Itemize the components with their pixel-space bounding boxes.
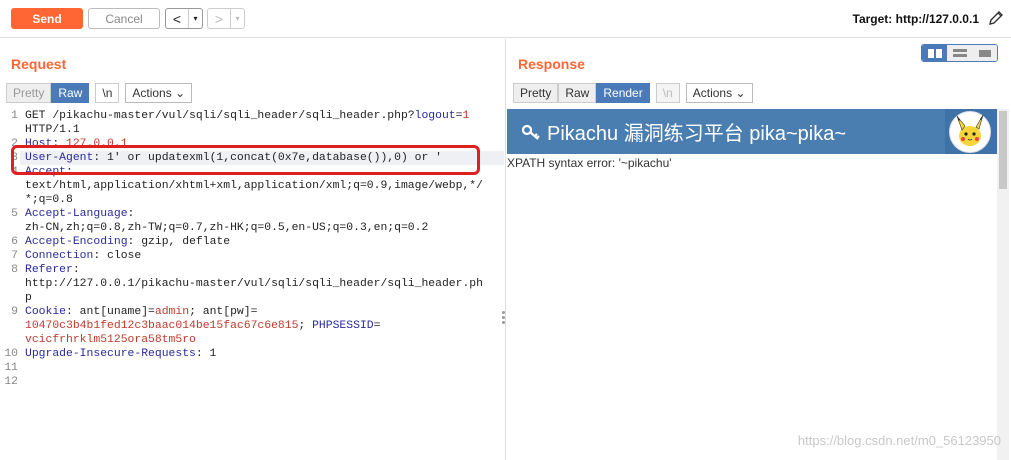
line-number: 7 — [11, 250, 18, 262]
request-title: Request — [11, 56, 67, 72]
tab-pretty[interactable]: Pretty — [6, 83, 52, 103]
code-text: ; — [298, 320, 313, 332]
request-pane: Request Pretty Raw \n Actions ⌄ 1 GET /pi… — [0, 39, 506, 460]
code-line: Accept-Language: — [25, 207, 497, 221]
code-line: *;q=0.8 — [25, 193, 497, 207]
code-line: text/html,application/xhtml+xml,applicat… — [25, 179, 497, 193]
code-line: Connection: close — [25, 249, 497, 263]
response-pane: Response Pretty Raw Render \n Actions ⌄ … — [507, 39, 1011, 460]
back-dropdown-icon[interactable]: ▾ — [188, 9, 202, 28]
back-arrow-icon[interactable]: < — [166, 9, 188, 28]
header-name: Connection — [25, 250, 94, 262]
tab-pretty[interactable]: Pretty — [513, 83, 559, 103]
watermark: https://blog.csdn.net/m0_56123950 — [797, 433, 1001, 448]
header-name: Accept-Encoding — [25, 236, 128, 248]
header-value: 1 — [462, 110, 470, 122]
code-text: : — [127, 208, 135, 220]
header-name: Upgrade-Insecure-Requests — [25, 348, 196, 360]
line-number: 6 — [11, 236, 18, 248]
line-number: 10 — [4, 348, 18, 360]
tab-raw[interactable]: Raw — [51, 83, 90, 103]
forward-arrow-icon[interactable]: > — [208, 9, 230, 28]
header-value: vcicfrhrklm5125ora58tm5ro — [25, 334, 196, 346]
header-value: 10470c3b4b1fed12c3baac014be15fac67c6e815 — [25, 320, 299, 332]
toolbar: Send Cancel < ▾ > ▾ Target: http://127.0… — [0, 0, 1011, 38]
tab-newline[interactable]: \n — [95, 83, 120, 103]
response-scrollbar[interactable] — [997, 109, 1009, 460]
send-button[interactable]: Send — [11, 8, 83, 29]
code-text: text/html,application/xhtml+xml,applicat… — [25, 180, 483, 192]
line-number: 5 — [11, 208, 18, 220]
request-actions-menu[interactable]: Actions ⌄ — [125, 83, 193, 103]
code-text: *;q=0.8 — [25, 194, 73, 206]
header-name: Referer — [25, 264, 73, 276]
pikachu-avatar — [949, 111, 991, 153]
rendered-page-banner: Pikachu 漏洞练习平台 pika~pika~ — [507, 109, 997, 154]
code-text: : — [72, 264, 80, 276]
user-agent-highlight-box — [11, 145, 480, 175]
code-line: HTTP/1.1 — [25, 123, 497, 137]
tab-render[interactable]: Render — [596, 83, 650, 103]
response-view-tabs: Pretty Raw Render \n Actions ⌄ — [513, 83, 753, 103]
split-view-icon[interactable] — [922, 45, 947, 61]
chevron-down-icon: ⌄ — [175, 86, 186, 100]
code-text: : 1 — [195, 348, 217, 360]
stacked-view-icon[interactable] — [947, 45, 972, 61]
code-text: zh-CN,zh;q=0.8,zh-TW;q=0.7,zh-HK;q=0.5,e… — [25, 222, 429, 234]
line-number: 12 — [4, 376, 18, 388]
request-view-tabs: Pretty Raw \n Actions ⌄ — [6, 83, 193, 103]
code-text: : gzip, deflate — [127, 236, 231, 248]
banner-title: Pikachu 漏洞练习平台 pika~pika~ — [547, 123, 847, 145]
code-line: zh-CN,zh;q=0.8,zh-TW;q=0.7,zh-HK;q=0.5,e… — [25, 221, 497, 235]
response-title: Response — [518, 56, 585, 72]
tab-raw[interactable]: Raw — [558, 83, 597, 103]
header-name: logout — [414, 110, 456, 122]
code-line: Accept-Encoding: gzip, deflate — [25, 235, 497, 249]
header-name: Cookie — [25, 306, 67, 318]
code-text: HTTP/1.1 — [25, 124, 80, 136]
code-text: ; ant[pw]= — [189, 306, 258, 318]
pane-resize-handle[interactable] — [502, 311, 506, 325]
code-line: http://127.0.0.1/pikachu-master/vul/sqli… — [25, 277, 497, 291]
code-line: Upgrade-Insecure-Requests: 1 — [25, 347, 497, 361]
cancel-button[interactable]: Cancel — [88, 8, 160, 29]
code-line: Referer: — [25, 263, 497, 277]
xpath-error-text: XPATH syntax error: '~pikachu' — [507, 156, 672, 170]
code-line: p — [25, 291, 497, 305]
code-line: Cookie: ant[uname]=admin; ant[pw]= — [25, 305, 497, 319]
code-text: = — [373, 320, 381, 332]
line-number: 11 — [4, 362, 18, 374]
forward-dropdown-icon[interactable]: ▾ — [230, 9, 244, 28]
response-actions-menu[interactable]: Actions ⌄ — [685, 83, 753, 103]
target-label: Target: http://127.0.0.1 — [852, 12, 979, 26]
code-text: http://127.0.0.1/pikachu-master/vul/sqli… — [25, 278, 483, 290]
code-text: p — [25, 292, 32, 304]
code-line: vcicfrhrklm5125ora58tm5ro — [25, 333, 497, 347]
code-text: : close — [93, 250, 142, 262]
history-forward-group: > ▾ — [207, 8, 245, 29]
code-line: 10470c3b4b1fed12c3baac014be15fac67c6e815… — [25, 319, 497, 333]
tab-newline[interactable]: \n — [655, 83, 680, 103]
scrollbar-thumb[interactable] — [999, 111, 1007, 189]
code-line: GET /pikachu-master/vul/sqli/sqli_header… — [25, 109, 497, 123]
key-icon — [521, 124, 540, 140]
header-value: admin — [154, 306, 190, 318]
code-text: : ant[uname]= — [66, 306, 155, 318]
line-number: 1 — [11, 110, 18, 122]
line-number: 9 — [11, 306, 18, 318]
code-text: GET /pikachu-master/vul/sqli/sqli_header… — [25, 110, 415, 122]
pencil-edit-icon[interactable] — [987, 9, 1005, 27]
actions-label: Actions — [692, 86, 733, 100]
actions-label: Actions — [132, 86, 172, 100]
header-name: Accept-Language — [25, 208, 128, 220]
history-back-group: < ▾ — [165, 8, 203, 29]
header-name: PHPSESSID — [312, 320, 374, 332]
chevron-down-icon: ⌄ — [735, 86, 746, 100]
line-number: 8 — [11, 264, 18, 276]
layout-toggle — [921, 44, 998, 62]
single-view-icon[interactable] — [972, 45, 997, 61]
